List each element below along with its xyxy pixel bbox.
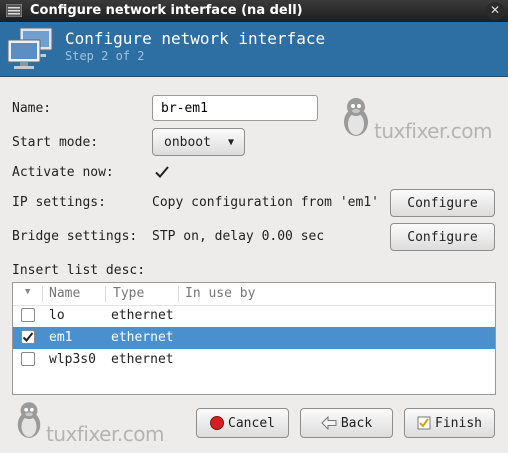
start-mode-value: onboot: [164, 134, 211, 150]
row-name: em1: [49, 330, 73, 345]
row-type: ethernet: [111, 352, 174, 367]
wizard-title: Configure network interface: [65, 29, 326, 48]
row-type: ethernet: [111, 330, 174, 345]
checkmark-icon: [22, 332, 34, 342]
back-arrow-icon: [321, 416, 337, 430]
list-row-lo[interactable]: lo ethernet: [13, 305, 495, 327]
column-separator: [178, 286, 179, 302]
ip-configure-label: Configure: [407, 195, 478, 211]
row-type: ethernet: [111, 308, 174, 323]
ip-settings-label: IP settings:: [12, 195, 106, 210]
list-row-em1[interactable]: em1 ethernet: [13, 327, 495, 349]
back-button[interactable]: Back: [300, 408, 393, 438]
list-row-wlp3s0[interactable]: wlp3s0 ethernet: [13, 349, 495, 371]
bridge-settings-value: STP on, delay 0.00 sec: [152, 229, 325, 244]
column-header-name[interactable]: Name: [49, 286, 80, 301]
tux-logo-icon: [17, 402, 41, 438]
column-separator: [42, 286, 43, 302]
window-title: Configure network interface (na dell): [30, 3, 303, 18]
bridge-settings-label: Bridge settings:: [12, 229, 138, 244]
bridge-configure-label: Configure: [407, 229, 478, 245]
name-input[interactable]: [152, 95, 318, 121]
wizard-header: Configure network interface Step 2 of 2: [0, 22, 508, 77]
row-checkbox[interactable]: [21, 352, 35, 366]
bridge-configure-button[interactable]: Configure: [390, 223, 495, 251]
column-header-type[interactable]: Type: [113, 286, 144, 301]
ip-configure-button[interactable]: Configure: [390, 189, 495, 217]
activate-now-label: Activate now:: [12, 165, 114, 180]
activate-now-checkbox[interactable]: [154, 164, 170, 180]
start-mode-dropdown[interactable]: onboot ▼: [152, 128, 245, 156]
row-checkbox[interactable]: [21, 330, 35, 344]
finish-label: Finish: [435, 415, 482, 431]
cancel-label: Cancel: [228, 415, 275, 431]
window-titlebar: Configure network interface (na dell) ✕: [0, 0, 508, 22]
dropdown-arrow-icon: ▼: [227, 136, 234, 148]
watermark-text-bottom: tuxfixer.com: [46, 422, 164, 446]
start-mode-label: Start mode:: [12, 135, 99, 150]
interface-list[interactable]: ▼ Name Type In use by lo ethernet em1 et…: [12, 282, 496, 395]
name-label: Name:: [12, 101, 52, 116]
cancel-button[interactable]: Cancel: [196, 408, 289, 438]
finish-icon: [417, 416, 431, 430]
row-checkbox[interactable]: [21, 308, 35, 322]
ip-settings-value: Copy configuration from 'em1': [152, 195, 379, 210]
wizard-step: Step 2 of 2: [65, 49, 145, 63]
column-header-in-use-by[interactable]: In use by: [185, 286, 255, 301]
watermark-text-top: tuxfixer.com: [374, 119, 492, 143]
interface-list-label: Insert list desc:: [12, 263, 146, 278]
row-name: wlp3s0: [49, 352, 96, 367]
row-name: lo: [49, 308, 65, 323]
network-computers-icon: [7, 27, 53, 69]
window-menu-icon[interactable]: [6, 4, 22, 17]
sort-arrow-icon[interactable]: ▼: [25, 287, 30, 297]
finish-button[interactable]: Finish: [404, 408, 495, 438]
list-header: ▼ Name Type In use by: [13, 283, 495, 306]
window-close-button[interactable]: ✕: [486, 2, 504, 20]
tux-logo-icon: [344, 98, 368, 136]
column-separator: [105, 286, 106, 302]
cancel-icon: [210, 416, 225, 430]
back-label: Back: [340, 415, 373, 431]
